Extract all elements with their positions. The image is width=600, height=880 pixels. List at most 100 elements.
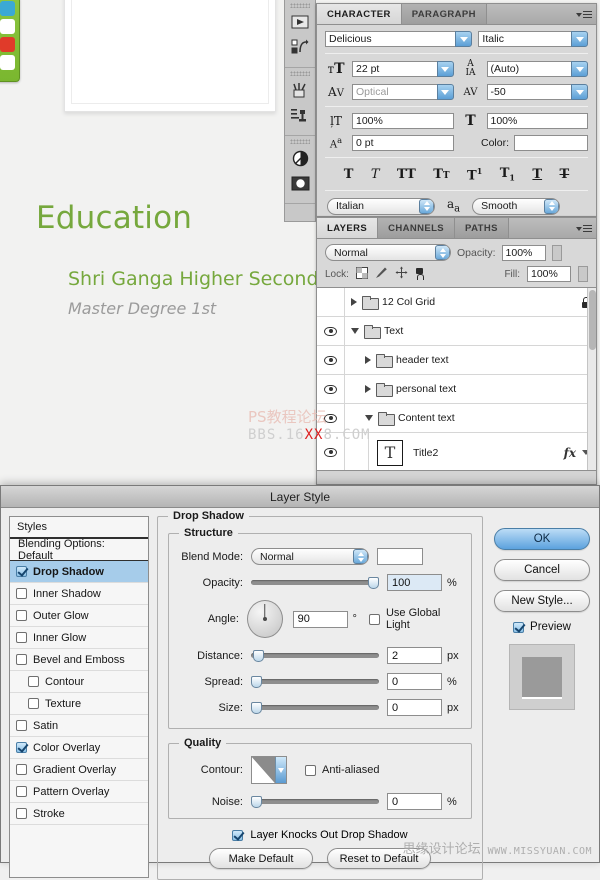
style-item-texture[interactable]: Texture bbox=[10, 693, 148, 715]
layer-visibility-toggle[interactable] bbox=[317, 375, 345, 403]
font-style-value[interactable]: Italic bbox=[478, 31, 571, 47]
font-family-chevron-down-icon[interactable] bbox=[455, 31, 473, 47]
layer-visibility-toggle[interactable] bbox=[317, 317, 345, 345]
layers-list[interactable]: 12 Col Grid Text header text personal te… bbox=[317, 287, 596, 471]
subscript-button[interactable]: T1 bbox=[500, 166, 515, 183]
language-select[interactable]: Italian bbox=[327, 197, 435, 215]
opacity-scrubber-icon[interactable] bbox=[551, 244, 562, 261]
lock-transparency-icon[interactable] bbox=[355, 266, 368, 282]
style-item-stroke[interactable]: Stroke bbox=[10, 803, 148, 825]
style-item-contour[interactable]: Contour bbox=[10, 671, 148, 693]
table-row[interactable]: T Title2 fx bbox=[317, 433, 596, 470]
layer-knocks-out-checkbox[interactable] bbox=[232, 829, 244, 841]
layer-content[interactable]: 12 Col Grid bbox=[345, 288, 581, 316]
layers-scrollbar[interactable] bbox=[587, 288, 596, 470]
style-item-color-overlay[interactable]: Color Overlay bbox=[10, 737, 148, 759]
dock-grip-1[interactable] bbox=[290, 3, 310, 8]
tracking-chevron-down-icon[interactable] bbox=[571, 84, 588, 100]
masks-icon[interactable] bbox=[289, 172, 311, 194]
tab-paths[interactable]: PATHS bbox=[455, 218, 509, 238]
tracking-combo[interactable]: -50 bbox=[486, 84, 588, 100]
spread-slider-knob[interactable] bbox=[251, 675, 262, 688]
style-item-satin[interactable]: Satin bbox=[10, 715, 148, 737]
layer-visibility-toggle[interactable] bbox=[317, 346, 345, 374]
table-row[interactable]: Text bbox=[317, 317, 596, 346]
drop-shadow-checkbox[interactable] bbox=[16, 566, 27, 577]
contour-preset-picker[interactable] bbox=[251, 756, 287, 784]
tool-presets-icon[interactable] bbox=[289, 79, 311, 101]
chevron-right-icon[interactable] bbox=[365, 385, 371, 393]
font-size-chevron-down-icon[interactable] bbox=[436, 61, 454, 77]
contour-checkbox[interactable] bbox=[28, 676, 39, 687]
layer-visibility-toggle[interactable] bbox=[317, 288, 345, 316]
use-global-light-checkbox[interactable] bbox=[368, 613, 380, 625]
distance-input[interactable]: 2 bbox=[387, 647, 442, 664]
style-item-outer-glow[interactable]: Outer Glow bbox=[10, 605, 148, 627]
layer-content[interactable]: header text bbox=[345, 346, 596, 374]
cancel-button[interactable]: Cancel bbox=[494, 559, 590, 581]
leading-combo[interactable]: (Auto) bbox=[486, 61, 588, 77]
language-stepper-icon[interactable] bbox=[419, 198, 434, 214]
layer-content[interactable]: Content text bbox=[345, 404, 596, 432]
inner-glow-checkbox[interactable] bbox=[16, 632, 27, 643]
preview-row[interactable]: Preview bbox=[513, 621, 571, 633]
layer-content[interactable]: personal text bbox=[345, 375, 596, 403]
blend-mode-select[interactable]: Normal bbox=[325, 244, 451, 261]
tab-channels[interactable]: CHANNELS bbox=[378, 218, 456, 238]
underline-button[interactable]: T bbox=[532, 167, 542, 182]
table-row[interactable]: Content text bbox=[317, 404, 596, 433]
style-item-inner-glow[interactable]: Inner Glow bbox=[10, 627, 148, 649]
small-caps-button[interactable]: TT bbox=[433, 167, 449, 182]
noise-input[interactable]: 0 bbox=[387, 793, 442, 810]
dock-grip-3[interactable] bbox=[290, 139, 310, 144]
animation-panel-icon[interactable] bbox=[289, 11, 311, 33]
distance-slider-knob[interactable] bbox=[253, 649, 264, 662]
bevel-and-emboss-checkbox[interactable] bbox=[16, 654, 27, 665]
layer-knocks-out-row[interactable]: Layer Knocks Out Drop Shadow bbox=[168, 829, 472, 841]
leading-value[interactable]: (Auto) bbox=[486, 61, 571, 77]
tracking-value[interactable]: -50 bbox=[486, 84, 571, 100]
size-slider-knob[interactable] bbox=[251, 701, 262, 714]
kerning-combo[interactable]: Optical bbox=[352, 84, 454, 100]
eye-icon[interactable] bbox=[324, 326, 337, 336]
vertical-scale-value[interactable]: 100% bbox=[352, 113, 454, 129]
superscript-button[interactable]: T1 bbox=[467, 166, 482, 183]
font-family-value[interactable]: Delicious bbox=[325, 31, 456, 47]
chevron-down-icon[interactable] bbox=[351, 328, 359, 334]
blend-mode-stepper-icon[interactable] bbox=[353, 549, 368, 564]
eye-icon[interactable] bbox=[324, 384, 337, 394]
table-row[interactable]: header text bbox=[317, 346, 596, 375]
anti-aliased-checkbox[interactable] bbox=[305, 764, 316, 776]
anti-alias-select[interactable]: Smooth bbox=[472, 197, 561, 215]
font-size-combo[interactable]: 22 pt bbox=[352, 61, 454, 77]
ok-button[interactable]: OK bbox=[494, 528, 590, 550]
horizontal-scale-value[interactable]: 100% bbox=[486, 113, 588, 129]
kerning-value[interactable]: Optical bbox=[352, 84, 437, 100]
character-panel-menu-icon[interactable] bbox=[576, 8, 592, 21]
layer-content[interactable]: Text bbox=[345, 317, 596, 345]
stroke-checkbox[interactable] bbox=[16, 808, 27, 819]
faux-bold-button[interactable]: T bbox=[344, 167, 354, 182]
style-item-bevel-and-emboss[interactable]: Bevel and Emboss bbox=[10, 649, 148, 671]
style-item-pattern-overlay[interactable]: Pattern Overlay bbox=[10, 781, 148, 803]
texture-checkbox[interactable] bbox=[28, 698, 39, 709]
reset-to-default-button[interactable]: Reset to Default bbox=[327, 848, 431, 869]
chevron-right-icon[interactable] bbox=[365, 356, 371, 364]
layer-visibility-toggle[interactable] bbox=[317, 404, 345, 432]
green-palette-tab[interactable] bbox=[0, 0, 20, 82]
tab-paragraph[interactable]: PARAGRAPH bbox=[401, 4, 487, 24]
fill-scrubber-icon[interactable] bbox=[578, 266, 588, 282]
noise-slider[interactable] bbox=[251, 795, 379, 808]
actions-panel-icon[interactable] bbox=[289, 36, 311, 58]
inner-shadow-checkbox[interactable] bbox=[16, 588, 27, 599]
clone-source-icon[interactable] bbox=[289, 104, 311, 126]
spread-input[interactable]: 0 bbox=[387, 673, 442, 690]
font-size-value[interactable]: 22 pt bbox=[352, 61, 437, 77]
blend-mode-stepper-icon[interactable] bbox=[435, 245, 450, 260]
all-caps-button[interactable]: TT bbox=[397, 167, 416, 182]
chevron-right-icon[interactable] bbox=[351, 298, 357, 306]
angle-dial[interactable] bbox=[246, 600, 283, 638]
faux-italic-button[interactable]: T bbox=[371, 167, 380, 182]
lock-image-pixels-icon[interactable] bbox=[375, 266, 388, 282]
shadow-color-swatch[interactable] bbox=[377, 548, 423, 565]
